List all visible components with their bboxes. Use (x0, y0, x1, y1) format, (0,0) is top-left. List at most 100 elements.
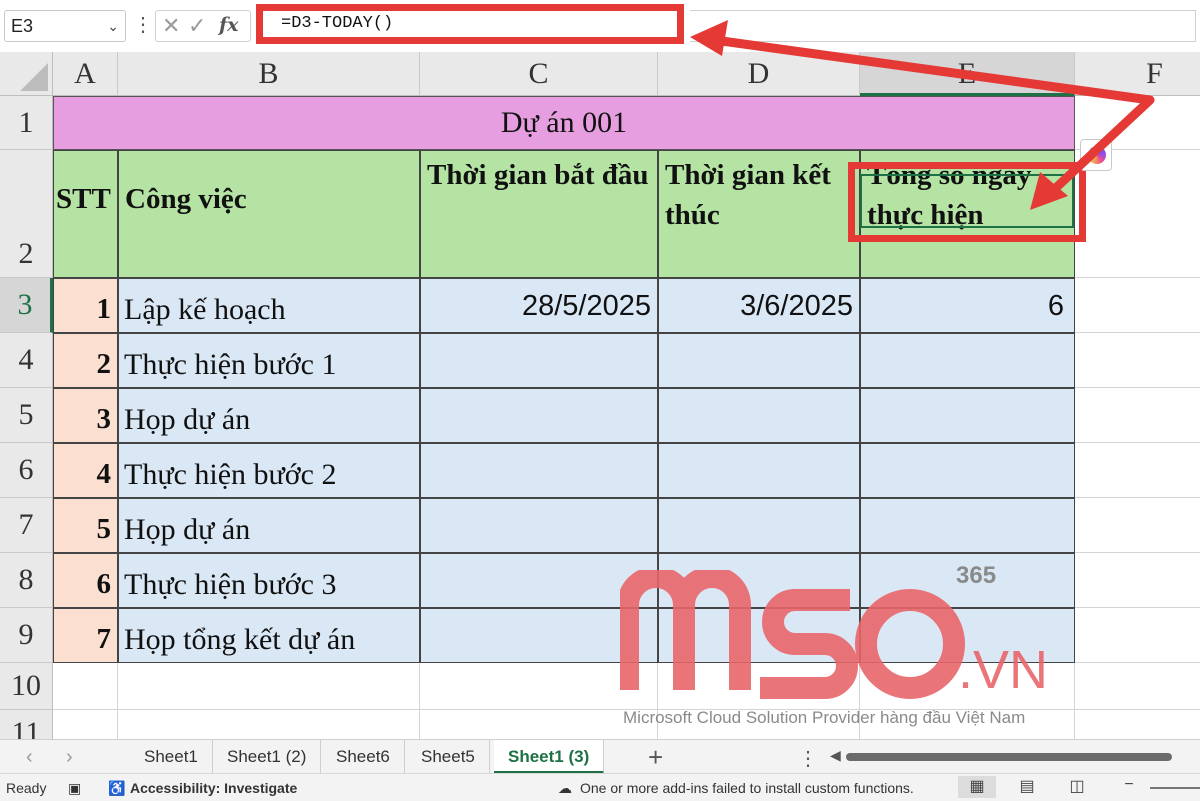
end-date-cell[interactable] (658, 388, 860, 443)
row-header-4[interactable]: 4 (0, 333, 53, 388)
row-header-1[interactable]: 1 (0, 96, 53, 150)
column-header-e[interactable]: E (860, 52, 1075, 96)
cell[interactable] (1075, 553, 1200, 608)
cell[interactable] (1075, 443, 1200, 498)
stt-cell[interactable]: 5 (53, 498, 118, 553)
row-header-2[interactable]: 2 (0, 150, 53, 278)
task-cell[interactable]: Họp dự án (118, 388, 420, 443)
formula-input-extension[interactable] (690, 10, 1196, 42)
project-title-cell[interactable]: Dự án 001 (53, 96, 1075, 150)
cell[interactable] (53, 710, 118, 739)
select-all-corner[interactable] (0, 52, 53, 96)
cell[interactable] (1075, 608, 1200, 663)
start-date-cell[interactable] (420, 443, 658, 498)
column-header-a[interactable]: A (53, 52, 118, 96)
task-cell[interactable]: Họp dự án (118, 498, 420, 553)
tab-sheet1-2[interactable]: Sheet1 (2) (213, 740, 322, 774)
more-tabs-icon[interactable]: ⋮ (798, 746, 818, 771)
row-header-8[interactable]: 8 (0, 553, 53, 608)
days-cell[interactable] (860, 498, 1075, 553)
more-options-icon[interactable]: ⋮ (133, 12, 153, 37)
accessibility-icon[interactable]: ♿ (108, 780, 125, 797)
tab-sheet5[interactable]: Sheet5 (407, 740, 490, 774)
cell[interactable] (1075, 333, 1200, 388)
column-header-b[interactable]: B (118, 52, 420, 96)
chevron-down-icon[interactable]: ⌄ (107, 11, 119, 41)
column-header-d[interactable]: D (658, 52, 860, 96)
end-date-cell[interactable] (658, 333, 860, 388)
cell[interactable] (1075, 388, 1200, 443)
task-cell[interactable]: Lập kế hoạch (118, 278, 420, 333)
enter-icon[interactable]: ✓ (188, 13, 206, 39)
cancel-icon[interactable]: ✕ (162, 13, 180, 39)
end-date-cell[interactable]: 3/6/2025 (658, 278, 860, 333)
accessibility-status[interactable]: Accessibility: Investigate (130, 780, 297, 796)
scroll-left-icon[interactable]: ◀ (830, 747, 841, 764)
start-date-cell[interactable] (420, 388, 658, 443)
days-cell[interactable] (860, 443, 1075, 498)
stt-cell[interactable]: 4 (53, 443, 118, 498)
cell[interactable] (1075, 663, 1200, 710)
header-start[interactable]: Thời gian bắt đầu (420, 150, 658, 278)
scrollbar-thumb[interactable] (846, 753, 1172, 761)
end-date-cell[interactable] (658, 443, 860, 498)
days-cell[interactable]: 6 (860, 278, 1075, 333)
cell[interactable] (1075, 498, 1200, 553)
tab-sheet1[interactable]: Sheet1 (130, 740, 213, 774)
header-end[interactable]: Thời gian kết thúc (658, 150, 860, 278)
cell[interactable] (118, 710, 420, 739)
row-header-11[interactable]: 11 (0, 710, 53, 739)
stt-cell[interactable]: 1 (53, 278, 118, 333)
normal-view-icon[interactable]: ▦ (958, 776, 996, 798)
header-task[interactable]: Công việc (118, 150, 420, 278)
cell[interactable] (1075, 278, 1200, 333)
add-sheet-icon[interactable]: + (648, 742, 663, 773)
stt-cell[interactable]: 3 (53, 388, 118, 443)
formula-input[interactable]: =D3-TODAY() (256, 4, 684, 44)
start-date-cell[interactable]: 28/5/2025 (420, 278, 658, 333)
column-header-c[interactable]: C (420, 52, 658, 96)
row-header-6[interactable]: 6 (0, 443, 53, 498)
row-header-7[interactable]: 7 (0, 498, 53, 553)
stt-cell[interactable]: 6 (53, 553, 118, 608)
row-header-5[interactable]: 5 (0, 388, 53, 443)
row-header-3[interactable]: 3 (0, 278, 53, 333)
task-cell[interactable]: Họp tổng kết dự án (118, 608, 420, 663)
page-break-icon[interactable]: ◫ (1058, 776, 1096, 798)
cell[interactable] (118, 663, 420, 710)
row-header-10[interactable]: 10 (0, 663, 53, 710)
horizontal-scrollbar[interactable]: ◀ (828, 747, 1182, 763)
tab-sheet6[interactable]: Sheet6 (322, 740, 405, 774)
start-date-cell[interactable] (420, 333, 658, 388)
copilot-icon[interactable] (1080, 139, 1112, 171)
page-layout-icon[interactable]: ▤ (1008, 776, 1046, 798)
highlight-box-e3 (848, 162, 1086, 242)
days-cell[interactable] (860, 388, 1075, 443)
days-cell[interactable] (860, 333, 1075, 388)
zoom-slider[interactable] (1150, 787, 1200, 789)
start-date-cell[interactable] (420, 498, 658, 553)
watermark-domain: .VN (958, 640, 1048, 700)
prev-sheet-icon[interactable]: ‹ (26, 746, 33, 769)
next-sheet-icon[interactable]: › (66, 746, 73, 769)
cell[interactable] (53, 663, 118, 710)
macro-record-icon[interactable]: ▣ (68, 780, 81, 797)
task-cell[interactable]: Thực hiện bước 2 (118, 443, 420, 498)
insert-function-icon[interactable]: fx (219, 14, 239, 36)
stt-cell[interactable]: 2 (53, 333, 118, 388)
task-cell[interactable]: Thực hiện bước 3 (118, 553, 420, 608)
addin-message[interactable]: One or more add-ins failed to install cu… (580, 780, 914, 796)
stt-cell[interactable]: 7 (53, 608, 118, 663)
column-header-f[interactable]: F (1075, 52, 1200, 96)
sheet-tab-bar: ‹ › Sheet1 Sheet1 (2) Sheet6 Sheet5 Shee… (0, 739, 1200, 774)
status-ready: Ready (6, 780, 47, 796)
name-box[interactable]: E3 ⌄ (4, 10, 126, 42)
cell[interactable] (1075, 710, 1200, 739)
end-date-cell[interactable] (658, 498, 860, 553)
zoom-out-icon[interactable]: − (1110, 776, 1148, 798)
row-header-9[interactable]: 9 (0, 608, 53, 663)
header-stt[interactable]: STT (53, 150, 118, 278)
status-bar: Ready ▣ ♿ Accessibility: Investigate ☁ O… (0, 773, 1200, 801)
tab-sheet1-3[interactable]: Sheet1 (3) (494, 740, 605, 774)
task-cell[interactable]: Thực hiện bước 1 (118, 333, 420, 388)
